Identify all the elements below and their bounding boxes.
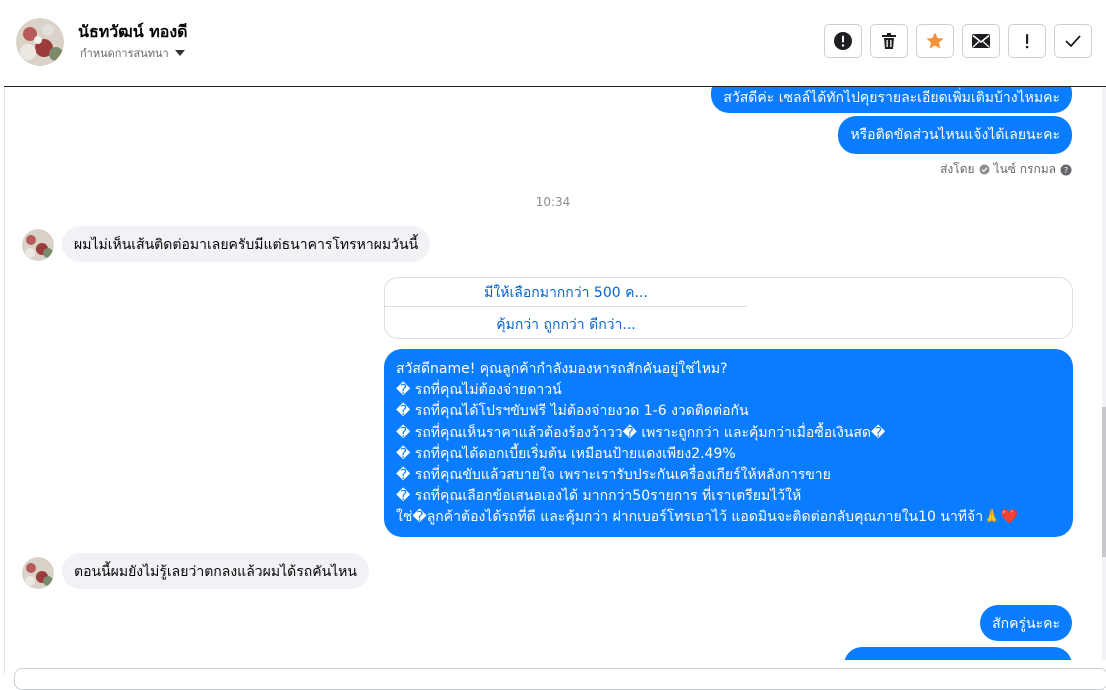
quick-reply-option[interactable]: คุ้มกว่า ถูกกว่า ดีกว่า... — [385, 314, 747, 336]
schedule-label: กำหนดการสนทนา — [80, 47, 169, 60]
promo-line: สวัสดีname! คุณลูกค้ากำลังมองหารถสักคันอ… — [396, 361, 728, 377]
promo-line: � รถที่คุณได้โปรฯขับฟรี ไม่ต้องจ่ายงวด 1… — [396, 403, 749, 420]
important-icon — [1025, 34, 1029, 49]
timestamp: 10:34 — [535, 195, 571, 209]
message-incoming[interactable]: ผมไม่เห็นเส้นติดต่อมาเลยครับมีแต่ธนาคารโ… — [62, 226, 431, 262]
svg-text:?: ? — [1064, 166, 1068, 175]
message-outgoing[interactable]: สวัสดีค่ะ เซลล์ได้ทักไปคุยรายละเอียดเพิ่… — [711, 87, 1072, 113]
conversation-header: นัธทวัฒน์ ทองดี กำหนดการสนทนา — [4, 0, 1106, 87]
mark-done-button[interactable] — [1054, 24, 1092, 58]
important-button[interactable] — [1008, 24, 1046, 58]
sent-by-info: ส่งโดย ไนซ์ กรกมล ? — [940, 160, 1072, 179]
star-button[interactable] — [916, 24, 954, 58]
message-text: ผมไม่เห็นเส้นติดต่อมาเลยครับมีแต่ธนาคารโ… — [74, 237, 419, 253]
help-icon[interactable]: ? — [1060, 164, 1072, 176]
scrollbar[interactable] — [1102, 87, 1106, 660]
contact-avatar[interactable] — [16, 18, 64, 66]
message-text: หรือติดขัดส่วนไหนแจ้งได้เลยนะคะ — [850, 127, 1060, 143]
promo-line: � รถที่คุณเห็นราคาแล้วต้องร้องว้าวว� เพร… — [396, 424, 886, 441]
sender-avatar[interactable] — [22, 557, 54, 589]
header-actions — [824, 24, 1092, 58]
check-icon — [1065, 35, 1081, 48]
promo-line: � รถที่คุณขับแล้วสบายใจ เพราะเรารับประกั… — [396, 467, 831, 484]
message-outgoing[interactable]: สักครู่นะคะ — [980, 605, 1072, 641]
message-text: สวัสดีค่ะ เซลล์ได้ทักไปคุยรายละเอียดเพิ่… — [723, 90, 1060, 106]
quick-reply-card: มีให้เลือกมากกว่า 500 ค... คุ้มกว่า ถูกก… — [384, 277, 1073, 339]
message-thread[interactable]: สวัสดีค่ะ เซลล์ได้ทักไปคุยรายละเอียดเพิ่… — [4, 87, 1102, 660]
promo-line: � รถที่คุณไม่ต้องจ่ายดาวน์ — [396, 382, 562, 399]
sent-by-label: ส่งโดย — [940, 162, 975, 176]
mark-unread-button[interactable] — [962, 24, 1000, 58]
card-divider — [385, 306, 747, 307]
conversation-schedule-dropdown[interactable]: กำหนดการสนทนา — [80, 44, 185, 62]
message-outgoing-partial[interactable] — [844, 647, 1072, 660]
message-outgoing-promo[interactable]: สวัสดีname! คุณลูกค้ากำลังมองหารถสักคันอ… — [384, 349, 1073, 537]
promo-line: ใช่�ลูกค้าต้องได้รถที่ดี และคุ้มกว่า ฝาก… — [396, 509, 1018, 526]
report-icon — [834, 32, 852, 50]
message-text: สักครู่นะคะ — [992, 616, 1060, 632]
scrollbar-thumb[interactable] — [1102, 407, 1106, 557]
delete-button[interactable] — [870, 24, 908, 58]
message-incoming[interactable]: ตอนนี้ผมยังไม่รู้เลยว่าตกลงแล้วผมได้รถคั… — [62, 553, 369, 589]
promo-line: � รถที่คุณได้ดอกเบี้ยเริ่มต้น เหมือนป้าย… — [396, 445, 736, 462]
caret-down-icon — [174, 50, 185, 56]
mail-icon — [972, 34, 990, 48]
star-icon — [926, 32, 944, 49]
promo-line: � รถที่คุณเลือกข้อเสนอเองได้ มากกว่า50รา… — [396, 488, 802, 505]
contact-name: นัธทวัฒน์ ทองดี — [78, 22, 188, 41]
message-composer[interactable] — [14, 668, 1106, 690]
quick-reply-option[interactable]: มีให้เลือกมากกว่า 500 ค... — [385, 282, 747, 304]
message-text: ตอนนี้ผมยังไม่รู้เลยว่าตกลงแล้วผมได้รถคั… — [74, 564, 357, 580]
check-circle-icon — [979, 164, 990, 175]
sender-avatar[interactable] — [22, 229, 54, 261]
report-button[interactable] — [824, 24, 862, 58]
message-outgoing[interactable]: หรือติดขัดส่วนไหนแจ้งได้เลยนะคะ — [838, 116, 1072, 154]
trash-icon — [882, 33, 896, 49]
sent-by-name: ไนซ์ กรกมล — [993, 162, 1056, 176]
